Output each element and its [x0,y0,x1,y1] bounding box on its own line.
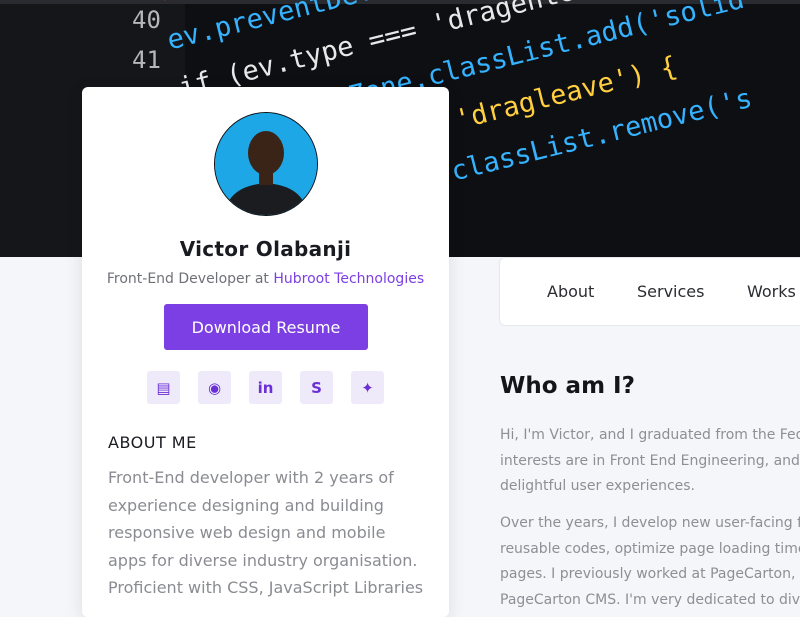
section-title: Who am I? [500,373,635,399]
paragraph-line: interests are in Front End Engineering, … [500,452,800,469]
paragraph-line: Hi, I'm Victor, and I graduated from the… [500,427,800,443]
profile-name: Victor Olabanji [179,237,352,261]
blog-icon[interactable]: ▤ [147,371,180,404]
social-links: ▤ ◉ in S ✦ [147,371,387,405]
company-link[interactable]: Hubroot Technologies [273,271,424,287]
about-heading: ABOUT ME [108,433,197,452]
linkedin-icon[interactable]: in [249,371,282,404]
about-text: Front-End developer with 2 years of expe… [108,468,424,597]
nav-bar: About Services Works [499,257,800,326]
nav-item-works[interactable]: Works [747,282,796,301]
avatar [214,112,318,216]
line-number: 40 [132,6,161,34]
intro-paragraph: Hi, I'm Victor, and I graduated from the… [500,423,800,500]
nav-item-services[interactable]: Services [637,282,704,301]
avatar-photo [215,113,317,215]
line-numbers: 40 41 [132,0,161,80]
paragraph-line: PageCarton CMS. I'm very dedicated to di… [500,591,800,608]
download-resume-button[interactable]: Download Resume [164,304,368,350]
paragraph-line: delightful user experiences. [500,478,695,494]
line-number: 41 [132,46,161,74]
paragraph-line: pages. I previously worked at PageCarton… [500,566,800,582]
twitter-icon[interactable]: ✦ [351,371,384,404]
profile-role: Front-End Developer at Hubroot Technolog… [82,271,449,287]
paragraph-line: Over the years, I develop new user-facin… [500,515,800,531]
skype-icon[interactable]: S [300,371,333,404]
paragraph-line: reusable codes, optimize page loading ti… [500,540,800,557]
github-icon[interactable]: ◉ [198,371,231,404]
nav-item-about[interactable]: About [547,282,594,301]
profile-card: Victor Olabanji Front-End Developer at H… [82,87,449,617]
role-prefix: Front-End Developer at [106,271,269,287]
experience-paragraph: Over the years, I develop new user-facin… [500,511,800,613]
